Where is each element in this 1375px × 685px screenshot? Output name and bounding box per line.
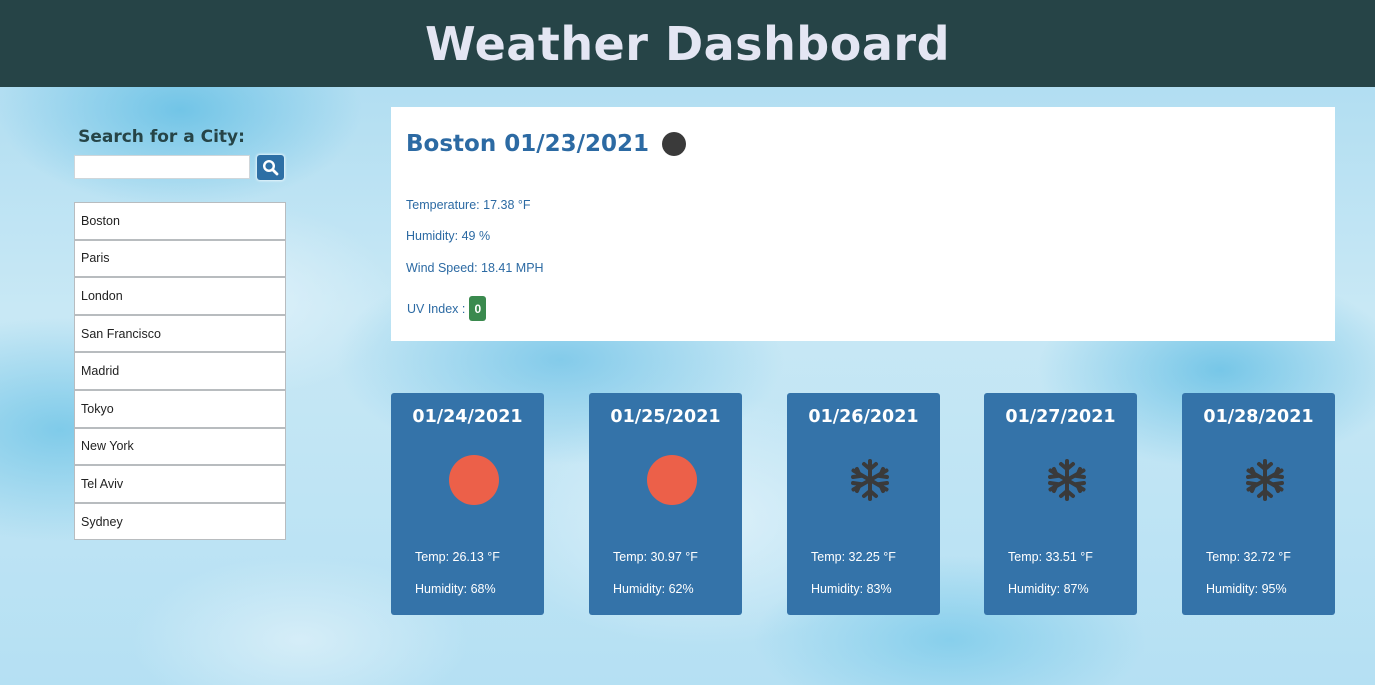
history-item-paris[interactable]: Paris xyxy=(74,239,286,278)
history-item-san-francisco[interactable]: San Francisco xyxy=(74,314,286,353)
current-city-title: Boston 01/23/2021 xyxy=(406,131,650,157)
forecast-card: 01/25/2021 Temp: 30.97 °F Humidity: 62% xyxy=(589,393,742,615)
search-label: Search for a City: xyxy=(78,127,245,147)
forecast-temp: Temp: 33.51 °F xyxy=(1008,550,1093,564)
forecast-temp: Temp: 32.72 °F xyxy=(1206,550,1291,564)
snowflake-icon xyxy=(1246,459,1284,501)
sun-icon xyxy=(647,455,697,505)
history-item-london[interactable]: London xyxy=(74,277,286,315)
page-title: Weather Dashboard xyxy=(424,16,950,71)
history-item-madrid[interactable]: Madrid xyxy=(74,352,286,390)
forecast-card: 01/26/2021 Temp: 32.25 °F Humidity: 83% xyxy=(787,393,940,615)
history-item-boston[interactable]: Boston xyxy=(74,202,286,240)
forecast-date: 01/26/2021 xyxy=(808,407,919,427)
moon-icon xyxy=(662,132,687,156)
snowflake-icon xyxy=(851,459,889,501)
current-humidity: Humidity: 49 % xyxy=(406,229,491,243)
forecast-card: 01/28/2021 Temp: 32.72 °F Humidity: 95% xyxy=(1182,393,1335,615)
forecast-temp: Temp: 26.13 °F xyxy=(415,550,500,564)
forecast-humidity: Humidity: 87% xyxy=(1008,582,1089,596)
forecast-humidity: Humidity: 83% xyxy=(811,582,892,596)
history-item-sydney[interactable]: Sydney xyxy=(74,502,286,541)
forecast-humidity: Humidity: 62% xyxy=(613,582,694,596)
uv-index-badge: 0 xyxy=(469,296,487,321)
search-sidebar: Search for a City: Boston Paris London S… xyxy=(74,127,286,541)
uv-index-label: UV Index : xyxy=(407,301,466,316)
app-header: Weather Dashboard xyxy=(0,0,1375,87)
forecast-temp: Temp: 32.25 °F xyxy=(811,550,896,564)
search-icon xyxy=(262,159,279,175)
history-item-tel-aviv[interactable]: Tel Aviv xyxy=(74,465,286,503)
forecast-temp: Temp: 30.97 °F xyxy=(613,550,698,564)
forecast-date: 01/27/2021 xyxy=(1005,407,1116,427)
search-button[interactable] xyxy=(257,154,284,180)
history-item-tokyo[interactable]: Tokyo xyxy=(74,389,286,428)
search-row xyxy=(74,154,286,180)
forecast-date: 01/25/2021 xyxy=(610,407,721,427)
sun-icon xyxy=(449,455,499,505)
search-input[interactable] xyxy=(74,155,250,179)
current-wind-speed: Wind Speed: 18.41 MPH xyxy=(406,261,544,275)
forecast-humidity: Humidity: 68% xyxy=(415,582,496,596)
current-weather-panel: Boston 01/23/2021 Temperature: 17.38 °F … xyxy=(391,107,1335,341)
history-item-new-york[interactable]: New York xyxy=(74,427,286,466)
forecast-date: 01/28/2021 xyxy=(1203,407,1314,427)
forecast-card: 01/24/2021 Temp: 26.13 °F Humidity: 68% xyxy=(391,393,544,615)
search-history-list: Boston Paris London San Francisco Madrid… xyxy=(74,202,286,541)
snowflake-icon xyxy=(1048,459,1086,501)
current-city-heading: Boston 01/23/2021 xyxy=(406,131,687,157)
forecast-card: 01/27/2021 Temp: 33.51 °F Humidity: 87% xyxy=(984,393,1137,615)
forecast-date: 01/24/2021 xyxy=(412,407,523,427)
current-temperature: Temperature: 17.38 °F xyxy=(406,198,531,212)
uv-index-row: UV Index : 0 xyxy=(407,296,487,321)
forecast-humidity: Humidity: 95% xyxy=(1206,582,1287,596)
